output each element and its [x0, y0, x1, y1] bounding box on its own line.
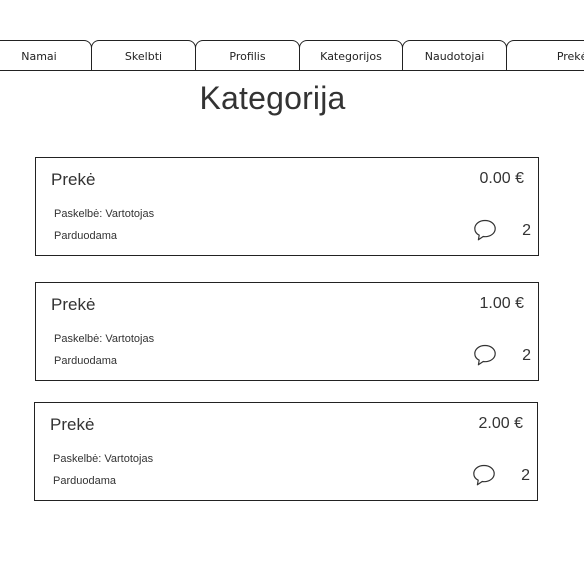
tab-prekes[interactable]: Prekės [506, 40, 584, 70]
item-status: Parduodama [54, 355, 117, 367]
item-status: Parduodama [54, 230, 117, 242]
comment-count: 2 [522, 347, 531, 364]
tab-skelbti[interactable]: Skelbti [91, 40, 196, 70]
item-card[interactable]: Prekė 1.00 € Paskelbė: Vartotojas Parduo… [35, 282, 539, 381]
item-card[interactable]: Prekė 0.00 € Paskelbė: Vartotojas Parduo… [35, 157, 539, 256]
item-card[interactable]: Prekė 2.00 € Paskelbė: Vartotojas Parduo… [34, 402, 538, 501]
item-price: 0.00 € [479, 170, 524, 187]
item-name: Prekė [51, 295, 96, 314]
item-status: Parduodama [53, 475, 116, 487]
item-author: Paskelbė: Vartotojas [54, 333, 155, 345]
tab-label: Namai [21, 49, 57, 63]
tab-label: Prekės [556, 49, 584, 63]
speech-bubble-icon [474, 219, 496, 241]
speech-bubble-icon [473, 464, 495, 486]
tab-label: Skelbti [124, 49, 163, 63]
speech-bubble-icon [474, 344, 496, 366]
comment-count: 2 [521, 467, 530, 484]
item-price: 2.00 € [478, 415, 523, 432]
tab-profilis[interactable]: Profilis [195, 40, 300, 70]
tab-namai[interactable]: Namai [0, 40, 92, 70]
item-name: Prekė [50, 415, 95, 434]
comment-count: 2 [522, 222, 531, 239]
tab-kategorijos[interactable]: Kategorijos [299, 40, 403, 70]
item-price: 1.00 € [479, 295, 524, 312]
tab-label: Naudotojai [424, 49, 485, 63]
item-author: Paskelbė: Vartotojas [54, 208, 155, 220]
tab-label: Kategorijos [320, 49, 382, 63]
page-title: Kategorija [199, 80, 346, 116]
main-nav: Namai Skelbti Profilis Kategorijos Naudo… [0, 40, 584, 71]
tab-label: Profilis [229, 49, 266, 63]
item-author: Paskelbė: Vartotojas [53, 453, 154, 465]
tab-naudotojai[interactable]: Naudotojai [402, 40, 507, 70]
item-name: Prekė [51, 170, 96, 189]
